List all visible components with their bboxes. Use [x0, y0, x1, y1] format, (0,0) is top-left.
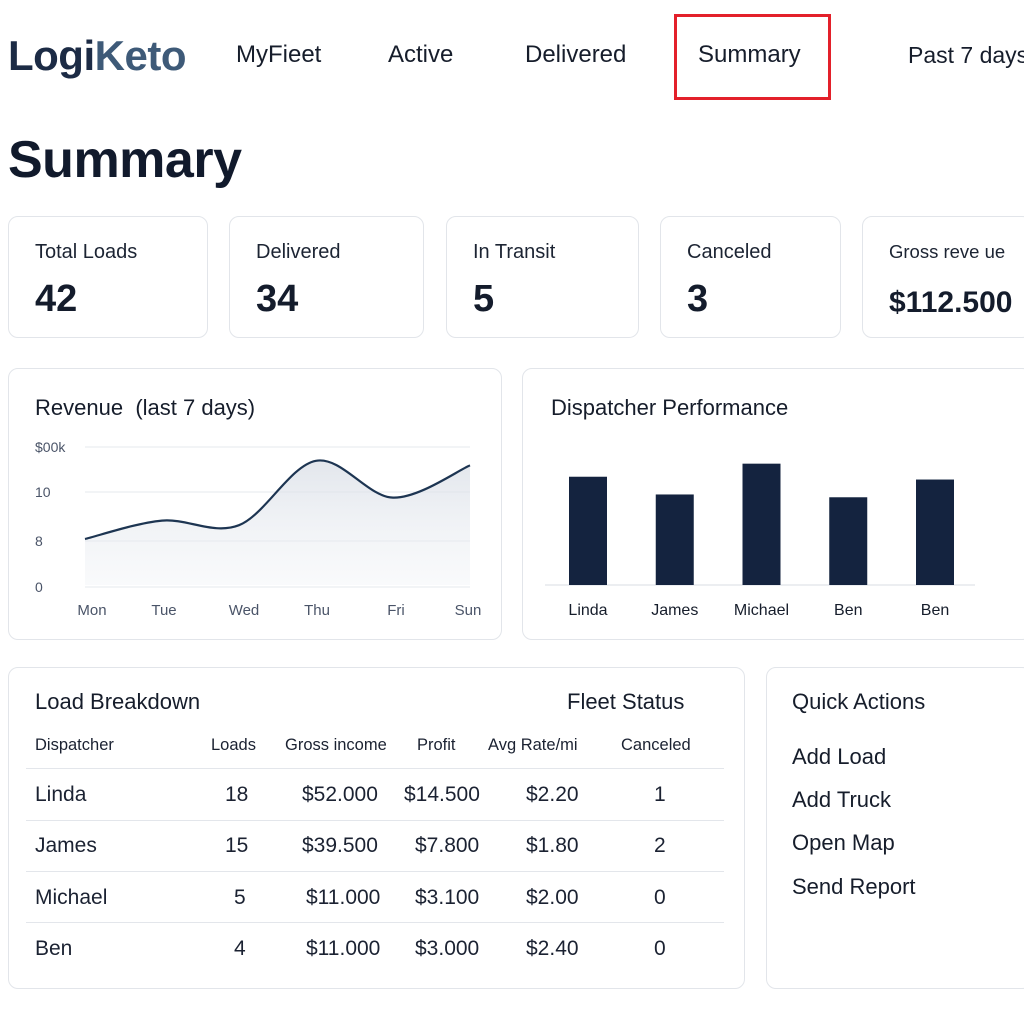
y-tick-label: 10	[35, 484, 51, 500]
y-tick-label: 0	[35, 579, 43, 595]
stat-value: 5	[473, 278, 495, 320]
x-tick-label: Fri	[387, 602, 405, 619]
cell-avg-rate: $1.80	[526, 834, 579, 857]
stat-value: 34	[256, 278, 299, 320]
cell-dispatcher: Michael	[35, 886, 108, 909]
y-tick-label: $00k	[35, 439, 66, 455]
cell-profit: $3.000	[415, 937, 480, 960]
cell-profit: $7.800	[415, 834, 480, 857]
cell-loads: 4	[234, 937, 246, 960]
bar-category-label: James	[651, 602, 698, 619]
tab-myfleet[interactable]: MyFieet	[236, 41, 321, 69]
stat-label: Total Loads	[35, 241, 138, 263]
cell-avg-rate: $2.20	[526, 783, 579, 806]
stat-label: Canceled	[687, 241, 772, 263]
column-header-canceled[interactable]: Canceled	[621, 736, 691, 755]
cell-gross-income: $39.500	[302, 834, 378, 857]
column-header-gross-income[interactable]: Gross income	[285, 736, 387, 755]
bar	[829, 497, 868, 585]
cell-loads: 5	[234, 886, 246, 909]
send-report-action[interactable]: Send Report	[792, 874, 916, 900]
stat-label: In Transit	[473, 241, 556, 263]
bar	[916, 479, 954, 585]
stat-card-delivered: Delivered 34	[229, 216, 424, 338]
cell-canceled: 1	[654, 783, 666, 806]
column-header-dispatcher[interactable]: Dispatcher	[35, 736, 114, 755]
add-truck-action[interactable]: Add Truck	[792, 787, 891, 813]
date-range-selector[interactable]: Past 7 days	[908, 41, 1024, 69]
cell-avg-rate: $2.40	[526, 937, 579, 960]
y-tick-label: 8	[35, 533, 43, 549]
cell-gross-income: $11.000	[306, 937, 381, 960]
quick-actions-panel	[766, 667, 1024, 989]
column-header-profit[interactable]: Profit	[417, 736, 456, 755]
logo-text-part2: Keto	[94, 32, 187, 79]
column-header-avg-rate[interactable]: Avg Rate/mi	[488, 736, 578, 755]
stat-value: 3	[687, 278, 709, 320]
bar-category-label: Ben	[921, 602, 949, 619]
cell-canceled: 2	[654, 834, 666, 857]
stat-label: Gross reve ue	[889, 241, 1006, 262]
table-divider	[26, 820, 724, 821]
add-load-action[interactable]: Add Load	[792, 744, 886, 770]
x-tick-label: Tue	[151, 602, 176, 619]
quick-actions-title: Quick Actions	[792, 689, 926, 714]
stat-value: $112.500	[889, 286, 1013, 319]
revenue-title: Revenue	[35, 395, 124, 420]
app-logo[interactable]: LogiKeto	[8, 30, 186, 82]
cell-dispatcher: Linda	[35, 783, 87, 806]
revenue-panel-title: Revenue (last 7 days)	[35, 395, 255, 421]
cell-profit: $3.100	[415, 886, 480, 909]
logo-text-part1: Logi	[8, 32, 95, 79]
column-header-loads[interactable]: Loads	[211, 736, 256, 755]
cell-canceled: 0	[654, 937, 666, 960]
bar-category-label: Ben	[834, 602, 862, 619]
stat-card-gross-revenue: Gross reve ue $112.500	[862, 216, 1024, 338]
table-divider	[26, 768, 724, 769]
bar-category-label: Michael	[734, 602, 789, 619]
bar	[655, 494, 694, 585]
x-tick-label: Thu	[304, 602, 330, 619]
load-breakdown-title: Load Breakdown	[35, 689, 201, 714]
cell-dispatcher: James	[35, 834, 97, 857]
bar-category-label: Linda	[568, 602, 607, 619]
cell-gross-income: $52.000	[302, 783, 378, 806]
stat-card-total-loads: Total Loads 42	[8, 216, 208, 338]
bar	[569, 476, 607, 585]
bar	[742, 463, 781, 585]
cell-avg-rate: $2.00	[526, 886, 579, 909]
dispatcher-chart: Linda James Michael Ben Ben	[545, 463, 975, 619]
cell-profit: $14.500	[404, 783, 480, 806]
tab-active[interactable]: Active	[388, 41, 453, 69]
stat-card-canceled: Canceled 3	[660, 216, 841, 338]
stat-card-in-transit: In Transit 5	[446, 216, 639, 338]
dispatcher-panel-title: Dispatcher Performance	[551, 395, 789, 420]
tab-summary[interactable]: Summary	[698, 41, 801, 69]
cell-dispatcher: Ben	[35, 937, 73, 960]
cell-canceled: 0	[654, 886, 666, 909]
tab-delivered[interactable]: Delivered	[525, 41, 626, 69]
x-tick-label: Mon	[77, 602, 106, 619]
cell-gross-income: $11.000	[306, 886, 381, 909]
cell-loads: 15	[225, 834, 249, 857]
stat-label: Delivered	[256, 241, 341, 263]
table-divider	[26, 871, 724, 872]
revenue-subtitle: (last 7 days)	[135, 395, 256, 420]
cell-loads: 18	[225, 783, 249, 806]
page-title: Summary	[8, 131, 242, 189]
fleet-status-link[interactable]: Fleet Status	[567, 689, 684, 715]
table-divider	[26, 922, 724, 923]
x-tick-label: Sun	[455, 602, 482, 619]
x-tick-label: Wed	[229, 602, 260, 619]
open-map-action[interactable]: Open Map	[792, 830, 895, 856]
stat-value: 42	[35, 278, 78, 320]
